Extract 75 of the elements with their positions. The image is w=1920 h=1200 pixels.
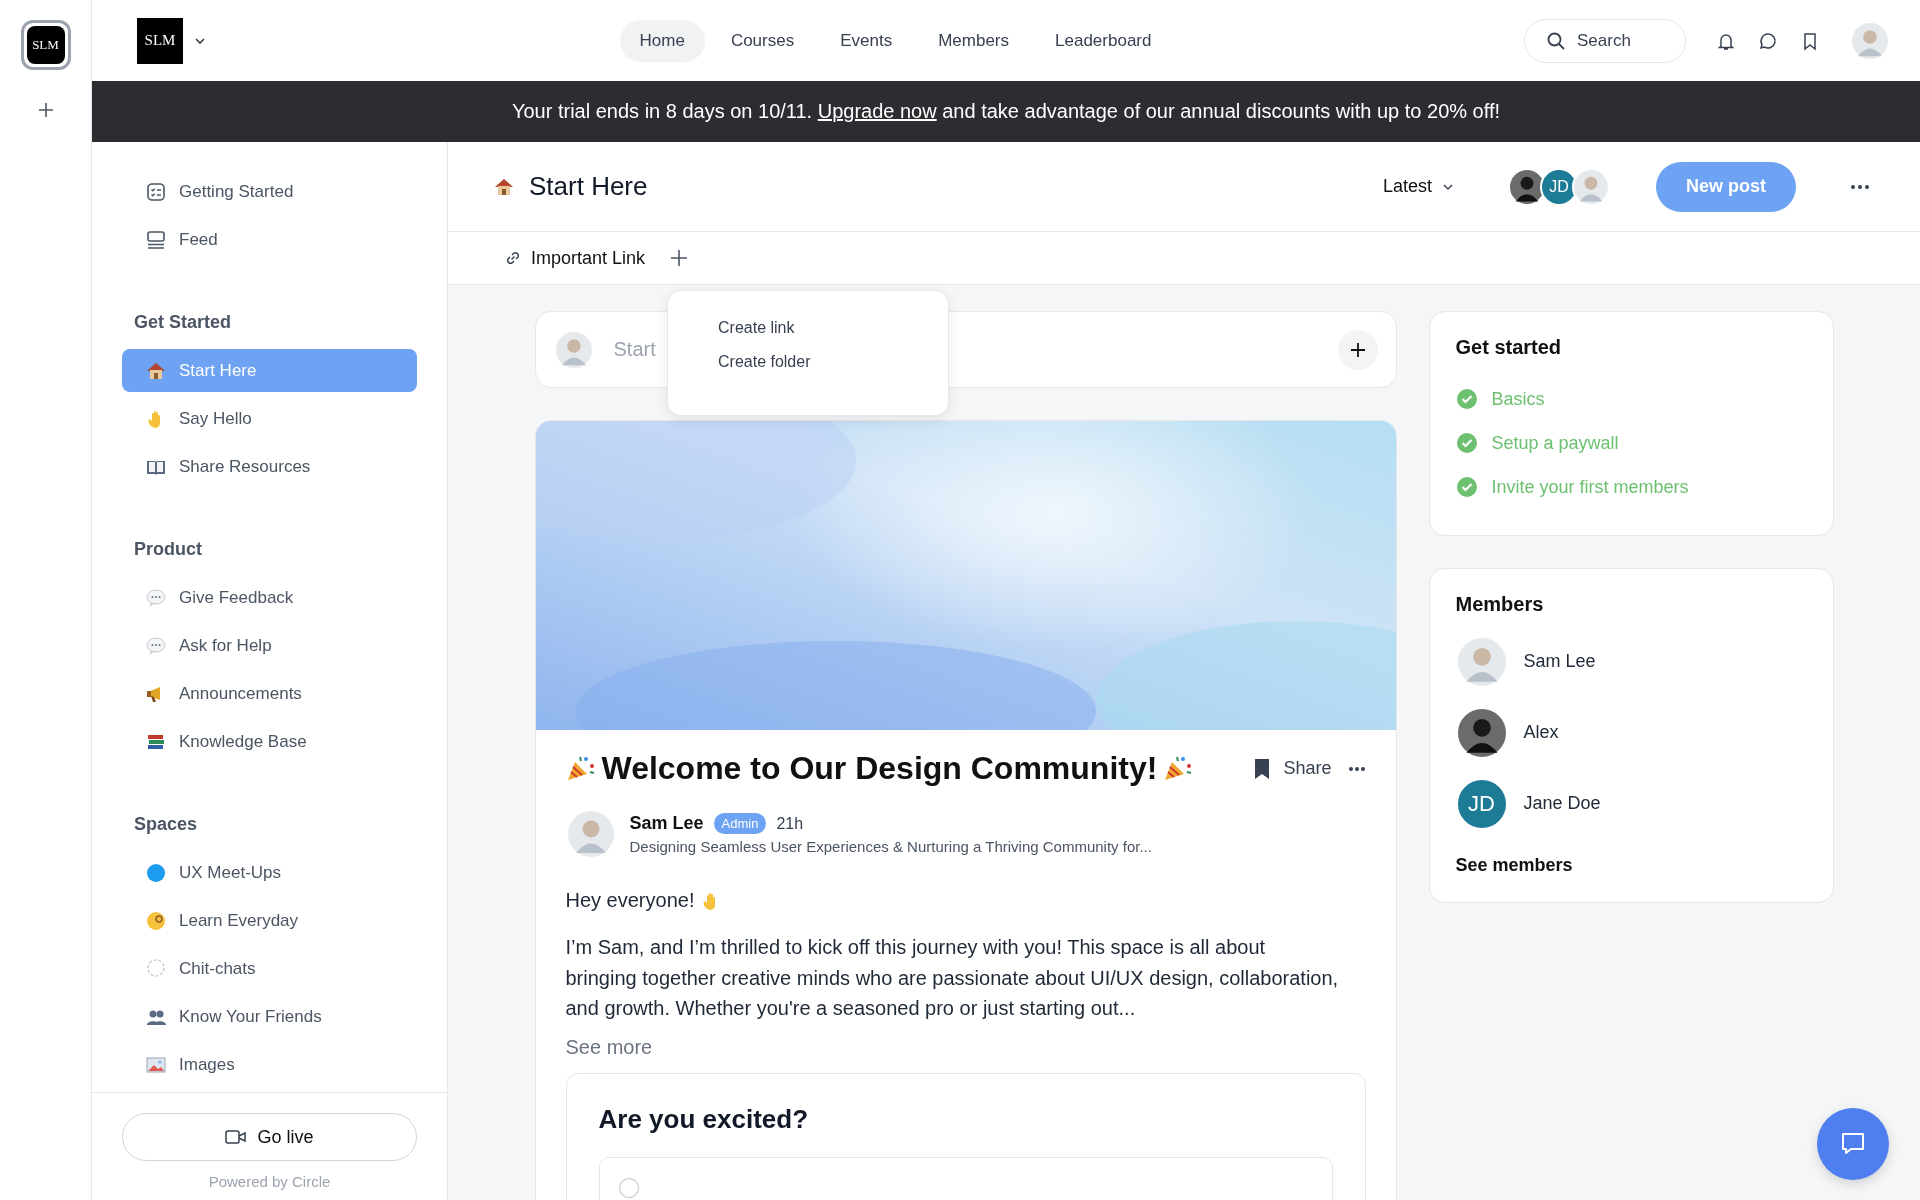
sidebar-item[interactable]: Feed xyxy=(122,218,417,261)
community-logo[interactable]: SLM xyxy=(137,17,183,64)
sidebar-item[interactable]: Ask for Help xyxy=(122,624,417,667)
nav-tab[interactable]: Members xyxy=(918,19,1030,62)
thought-bubble-icon xyxy=(145,957,167,980)
avatar xyxy=(1572,167,1610,206)
section-heading: Spaces xyxy=(134,814,199,835)
face-icon xyxy=(145,909,167,932)
sidebar-item[interactable]: Announcements xyxy=(122,672,417,715)
plus-icon xyxy=(669,248,690,268)
sidebar-item[interactable]: Know Your Friends xyxy=(122,995,417,1038)
card-title: Get started xyxy=(1455,336,1563,359)
card-title: Members xyxy=(1455,593,1545,616)
sidebar-item[interactable]: Say Hello xyxy=(122,397,417,440)
checklist-icon xyxy=(145,180,167,203)
section-heading: Get Started xyxy=(134,312,233,333)
video-camera-icon xyxy=(225,1128,248,1146)
sidebar-item[interactable]: Chit-chats xyxy=(122,947,417,990)
nav-tab[interactable]: Home xyxy=(619,19,705,62)
add-link-button[interactable] xyxy=(669,248,690,268)
chat-bubble-icon xyxy=(1758,30,1778,51)
avatar xyxy=(553,329,594,370)
member-name[interactable]: Sam Lee xyxy=(1523,651,1596,672)
section-heading: Product xyxy=(134,539,203,560)
member-name[interactable]: Jane Doe xyxy=(1523,793,1601,814)
sidebar-item[interactable]: Images xyxy=(122,1043,417,1086)
space-title: Start Here xyxy=(529,171,649,202)
more-icon xyxy=(1347,765,1366,772)
sidebar-item[interactable]: Knowledge Base xyxy=(122,720,417,763)
avatar xyxy=(1455,635,1508,688)
sidebar-item[interactable]: Getting Started xyxy=(122,170,417,213)
sidebar-item[interactable]: Share Resources xyxy=(122,445,417,488)
poll-question: Are you excited? xyxy=(598,1103,809,1135)
search-icon xyxy=(1546,30,1566,51)
role-badge: Admin xyxy=(713,813,767,834)
share-button[interactable]: Share xyxy=(1253,757,1332,780)
nav-tab[interactable]: Leaderboard xyxy=(1035,19,1172,62)
more-icon xyxy=(1850,183,1870,190)
see-members-link[interactable]: See members xyxy=(1455,855,1573,876)
plus-icon xyxy=(1349,341,1366,358)
go-live-button[interactable]: Go live xyxy=(122,1113,417,1161)
powered-by-text: Powered by Circle xyxy=(208,1173,331,1190)
greeting-text: Hey everyone! xyxy=(565,889,695,912)
sidebar-item[interactable]: UX Meet-Ups xyxy=(122,851,417,894)
post-title: Welcome to Our Design Community! xyxy=(601,750,1158,787)
space-dot-icon xyxy=(145,861,167,884)
radio-icon xyxy=(617,1176,640,1199)
see-more-link[interactable]: See more xyxy=(565,1035,653,1059)
upgrade-link[interactable]: Upgrade now xyxy=(817,100,937,122)
sort-dropdown[interactable]: Latest xyxy=(1376,175,1460,198)
nav-tab[interactable]: Events xyxy=(820,19,913,62)
feed-icon xyxy=(145,228,167,251)
nav-tab[interactable]: Courses xyxy=(710,19,815,62)
speech-bubble-icon xyxy=(145,586,167,609)
member-name[interactable]: Alex xyxy=(1523,722,1559,743)
post-menu-button[interactable] xyxy=(1347,765,1366,772)
sidebar-item[interactable]: Give Feedback xyxy=(122,576,417,619)
messages-button[interactable] xyxy=(1758,30,1778,51)
menu-item[interactable]: Create link xyxy=(668,311,948,345)
speech-bubble-icon xyxy=(145,634,167,657)
search-field[interactable]: Search xyxy=(1524,18,1686,63)
more-button[interactable] xyxy=(1850,183,1870,190)
post-body: I’m Sam, and I’m thrilled to kick off this journey with you! This space is all about bringing together creative minds who are passionate about UI/UX design, collaboration, and growth. Whether you're a seasoned pro or just starting out... xyxy=(565,935,1340,1021)
link-tab[interactable]: Important Link xyxy=(503,247,646,269)
author-headline: Designing Seamless User Experiences & Nurturing a Thriving Community for... xyxy=(629,838,1152,855)
avatar xyxy=(1455,706,1508,759)
avatar xyxy=(565,809,616,859)
avatar: JD xyxy=(1455,777,1508,830)
menu-item[interactable]: Create folder xyxy=(668,345,948,379)
author-name[interactable]: Sam Lee xyxy=(629,813,704,834)
bookmark-icon xyxy=(1253,757,1272,780)
sidebar-item[interactable]: Learn Everyday xyxy=(122,899,417,942)
trial-banner-text: Your trial ends in 8 days on 10/11. Upgrade now and take advantage of our annual discounts with up to 20% off! xyxy=(511,100,1501,123)
post-time: 21h xyxy=(776,814,804,833)
community-logo[interactable]: SLM xyxy=(26,26,65,64)
